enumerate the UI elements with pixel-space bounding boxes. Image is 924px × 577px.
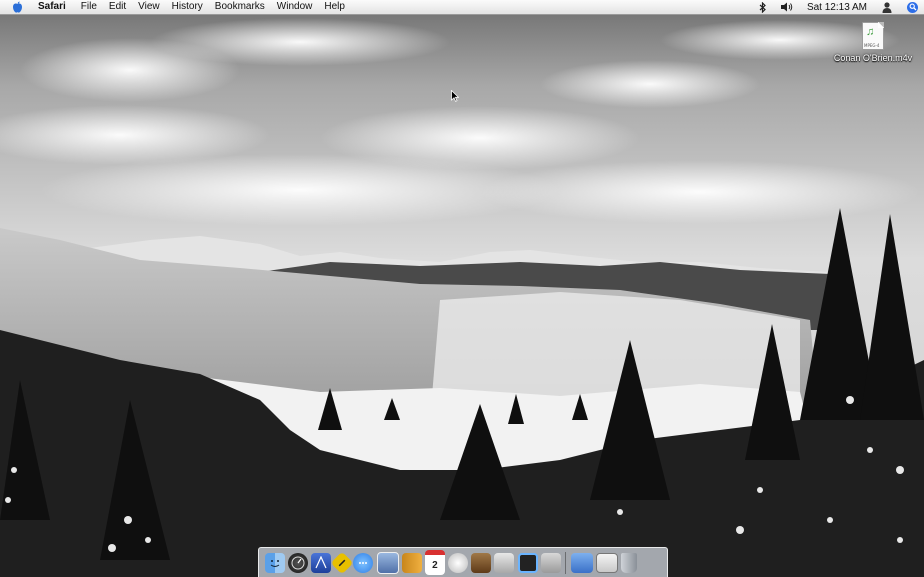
menu-help[interactable]: Help bbox=[318, 0, 351, 14]
desktop-file[interactable]: ♫ MPEG-4 Conan O'Brien.m4v bbox=[828, 22, 918, 63]
itunes-icon[interactable] bbox=[448, 552, 469, 573]
safari-icon[interactable] bbox=[330, 551, 354, 574]
menu-history[interactable]: History bbox=[166, 0, 209, 14]
volume-icon[interactable] bbox=[780, 1, 793, 13]
menu-file[interactable]: File bbox=[75, 0, 103, 14]
desktop-wallpaper bbox=[0, 0, 924, 577]
preview-icon[interactable] bbox=[376, 551, 399, 574]
iphoto-icon[interactable] bbox=[471, 552, 492, 573]
documents-stack-icon[interactable] bbox=[596, 552, 619, 573]
mouse-cursor-icon bbox=[451, 90, 459, 102]
menu-bar: Safari File Edit View History Bookmarks … bbox=[0, 0, 924, 15]
video-file-icon[interactable]: ♫ MPEG-4 bbox=[862, 22, 884, 50]
downloads-stack-icon[interactable] bbox=[571, 552, 594, 573]
address-book-icon[interactable] bbox=[401, 552, 422, 573]
photo-booth-icon[interactable] bbox=[517, 552, 538, 573]
trash-icon[interactable] bbox=[621, 552, 638, 573]
apple-icon[interactable] bbox=[12, 1, 24, 13]
bluetooth-icon[interactable] bbox=[757, 1, 769, 13]
menu-extras: Sat 12:13 AM bbox=[751, 0, 924, 14]
music-note-icon: ♫ bbox=[866, 26, 875, 38]
menu-edit[interactable]: Edit bbox=[103, 0, 132, 14]
app-menu[interactable]: Safari bbox=[32, 0, 75, 14]
finder-icon[interactable] bbox=[264, 552, 285, 573]
menu-window[interactable]: Window bbox=[271, 0, 319, 14]
spotlight-icon[interactable] bbox=[907, 1, 918, 13]
dock: 2 bbox=[258, 547, 668, 577]
menu-bookmarks[interactable]: Bookmarks bbox=[209, 0, 271, 14]
menu-view[interactable]: View bbox=[132, 0, 166, 14]
dock-separator bbox=[565, 551, 567, 574]
mail-icon[interactable] bbox=[310, 552, 331, 573]
ical-icon[interactable]: 2 bbox=[424, 550, 445, 575]
user-icon[interactable] bbox=[881, 1, 893, 13]
dashboard-icon[interactable] bbox=[287, 552, 308, 573]
imovie-icon[interactable] bbox=[494, 552, 515, 573]
system-preferences-icon[interactable] bbox=[540, 552, 561, 573]
desktop-file-label[interactable]: Conan O'Brien.m4v bbox=[828, 53, 918, 63]
ichat-icon[interactable] bbox=[353, 552, 374, 573]
menu-clock[interactable]: Sat 12:13 AM bbox=[799, 2, 875, 13]
file-type-label: MPEG-4 bbox=[864, 43, 880, 48]
